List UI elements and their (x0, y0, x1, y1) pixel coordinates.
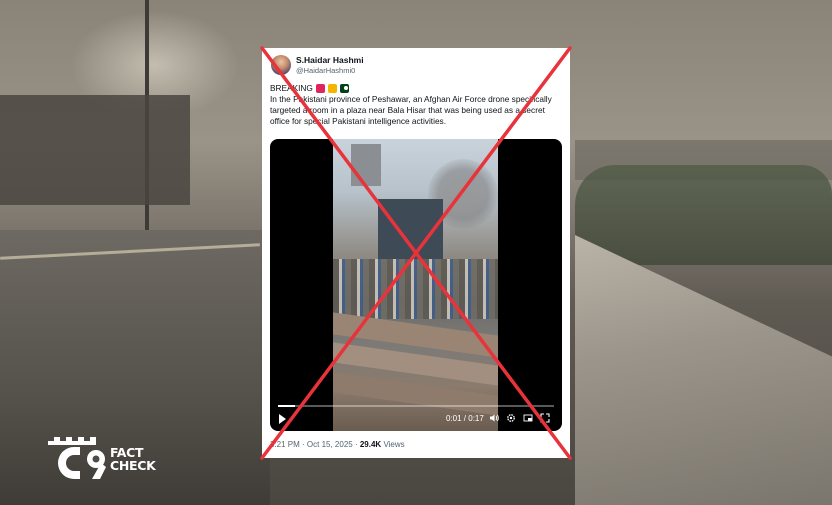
tweet-meta: 3:21 PM · Oct 15, 2025 · 29.4K Views (270, 440, 405, 449)
video-progress-bar[interactable] (278, 405, 554, 407)
video-timecode: 0:01 / 0:17 (446, 414, 484, 423)
logo-line-2: CHECK (110, 458, 156, 473)
tweet-timestamp[interactable]: 3:21 PM · Oct 15, 2025 (270, 440, 353, 449)
video-progress-fill (278, 405, 295, 407)
video-player[interactable]: 0:01 / 0:17 (270, 139, 562, 431)
fact-check-label: FACT CHECK (110, 446, 156, 472)
views-count: 29.4K (359, 440, 382, 449)
c9-mark-icon (48, 437, 106, 479)
author-handle[interactable]: @HaidarHashmi0 (296, 66, 355, 75)
play-icon[interactable] (279, 414, 286, 424)
breaking-line: BREAKING (270, 83, 562, 94)
tower-building (351, 144, 381, 186)
meta-separator: · (354, 440, 358, 449)
breaking-label: BREAKING (270, 83, 313, 93)
author-name[interactable]: S.Haidar Hashmi (296, 55, 364, 65)
settings-icon[interactable] (506, 413, 516, 423)
video-frame (333, 139, 498, 431)
tweet-body: In the Pakistani province of Peshawar, a… (270, 94, 552, 126)
crowded-street (333, 259, 498, 319)
background-trees (575, 165, 832, 265)
lock-icon (327, 84, 337, 93)
avatar[interactable] (271, 55, 291, 75)
concrete-barrier (575, 235, 832, 505)
siren-icon (315, 84, 325, 93)
background-building (0, 95, 190, 205)
tweet-card: S.Haidar Hashmi @HaidarHashmi0 BREAKING … (262, 48, 570, 458)
volume-icon[interactable] (489, 413, 499, 423)
views-label: Views (383, 440, 405, 449)
pip-icon[interactable] (523, 413, 533, 423)
plaza-building (378, 199, 443, 259)
pakistan-flag-icon (339, 84, 349, 93)
video-controls: 0:01 / 0:17 (270, 412, 562, 428)
c9-logo-icon: FACT CHECK (44, 433, 159, 483)
fullscreen-icon[interactable] (540, 413, 550, 423)
tweet-text: BREAKING In the Pakistani province of Pe… (270, 83, 562, 127)
